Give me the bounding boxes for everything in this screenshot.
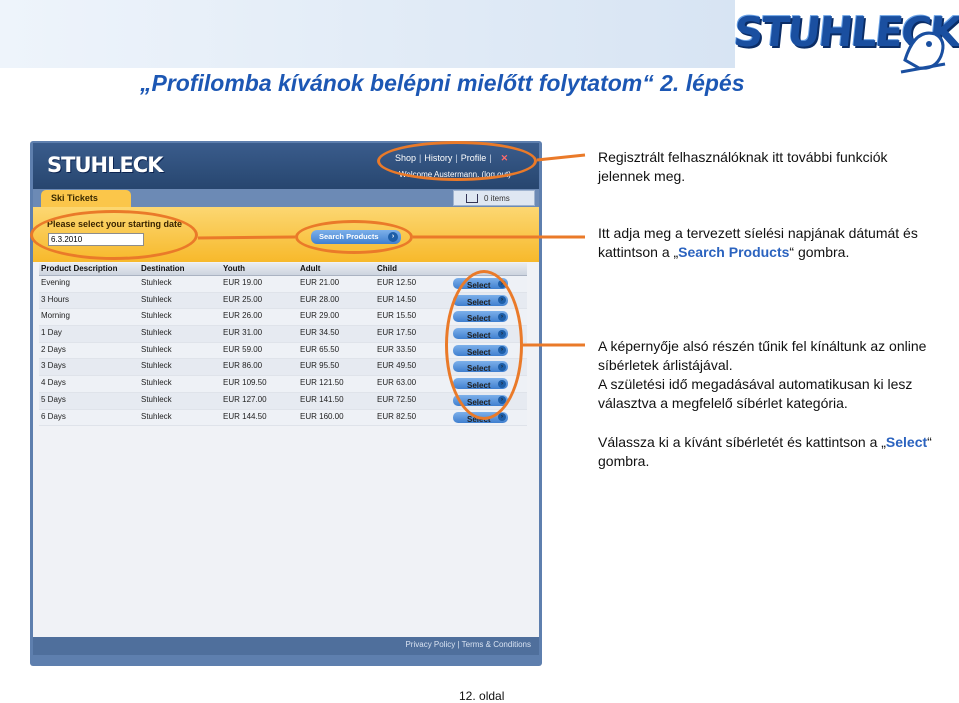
connector-nav [536,153,586,162]
annotation-registered-users: Regisztrált felhasználóknak itt további … [598,149,888,184]
annotation-date-search: Itt adja meg a tervezett síelési napjána… [598,224,938,262]
annotation-price-list-line1: A képernyője alsó részén tűnik fel kínál… [598,338,927,373]
annotation-date-text-end: “ gombra. [789,244,850,260]
page-number: 12. oldal [459,689,505,703]
annotation-price-list: A képernyője alsó részén tűnik fel kínál… [598,337,943,413]
annotation-search-products-highlight: Search Products [678,244,790,260]
annotation-select-highlight: Select [885,434,928,450]
annotation-select: Válassza ki a kívánt síbérletét és katti… [598,433,938,471]
annotation-select-text: Válassza ki a kívánt síbérletét és katti… [598,434,886,450]
connector-date-search [197,235,296,240]
annotation-price-list-line2: A születési idő megadásával automatikusa… [598,376,913,411]
